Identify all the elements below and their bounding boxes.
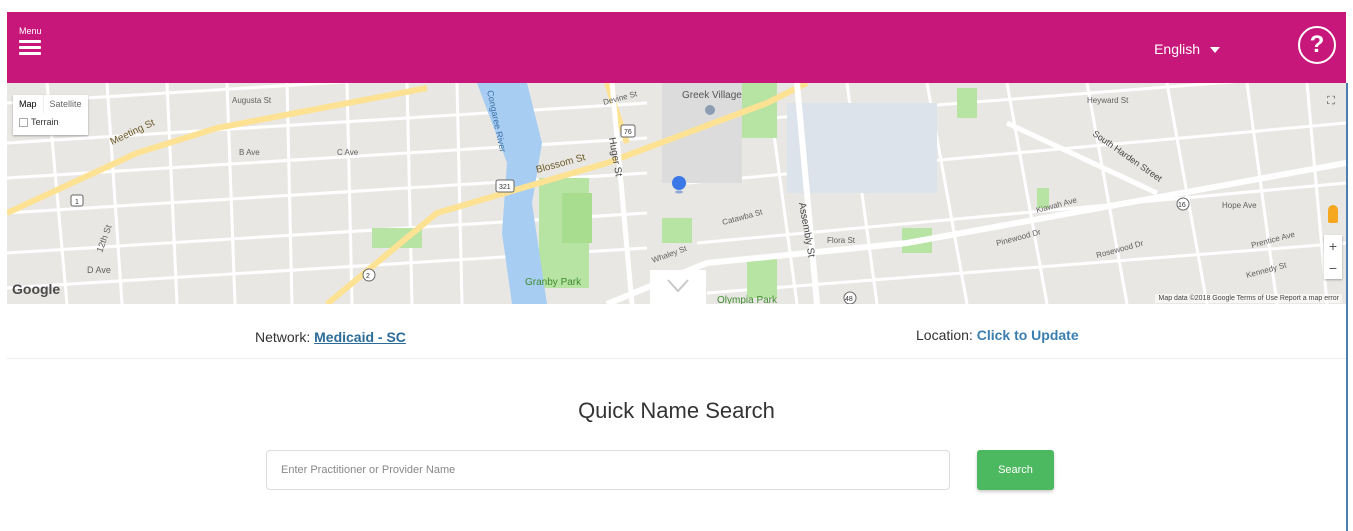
language-label: English	[1154, 41, 1200, 57]
route-shield-2: 2	[366, 273, 370, 280]
terrain-label: Terrain	[31, 117, 59, 127]
map-label-d-ave: D Ave	[87, 265, 111, 275]
map-label-catawba-st: Catawba St	[721, 207, 764, 227]
map-label-olympia-park: Olympia Park	[717, 295, 778, 304]
map-label-greek-village: Greek Village	[682, 90, 742, 101]
menu-button[interactable]: Menu	[19, 26, 42, 58]
question-mark-icon: ?	[1309, 31, 1325, 58]
map-label-south-harden-street: South Harden Street	[1091, 128, 1164, 184]
map-view[interactable]: Greek Village Congaree River Blossom St …	[7, 83, 1346, 304]
right-edge-divider	[1346, 83, 1348, 531]
help-button[interactable]: ?	[1298, 26, 1336, 64]
language-selector[interactable]: English	[1154, 41, 1220, 57]
route-shield-48: 48	[845, 296, 853, 303]
route-shield-76: 76	[624, 129, 632, 136]
map-label-kennedy-st: Kennedy St	[1245, 260, 1288, 280]
map-label-assembly-st: Assembly St	[796, 202, 817, 259]
terrain-toggle[interactable]: Terrain	[13, 113, 88, 135]
network-location-bar: Network: Medicaid - SC Location: Click t…	[7, 315, 1346, 359]
terrain-checkbox[interactable]	[19, 117, 28, 127]
top-header: Menu English ?	[7, 12, 1346, 83]
search-button[interactable]: Search	[977, 450, 1054, 490]
map-label-heyward-st: Heyward St	[1087, 96, 1129, 105]
route-shield-321: 321	[499, 184, 511, 191]
map-label-granby-park: Granby Park	[525, 277, 582, 288]
location-label: Location:	[916, 327, 973, 343]
map-label-whaley-st: Whaley St	[651, 244, 689, 265]
pegman-icon[interactable]	[1328, 205, 1338, 223]
menu-label: Menu	[19, 26, 42, 36]
zoom-in-button[interactable]: +	[1324, 235, 1342, 257]
map-label-c-ave: C Ave	[337, 148, 359, 157]
route-shield-1: 1	[75, 199, 79, 206]
map-type-satellite-tab[interactable]: Satellite	[42, 95, 88, 113]
location-update-link[interactable]: Click to Update	[977, 327, 1079, 343]
route-shield-16: 16	[1178, 202, 1186, 209]
location-info: Location: Click to Update	[916, 327, 1079, 343]
fullscreen-icon[interactable]: ⛶	[1324, 95, 1338, 109]
map-label-12th-st: 12th St	[94, 223, 113, 254]
map-label-huger-st: Huger St	[606, 137, 624, 178]
map-label-hope-ave: Hope Ave	[1222, 201, 1257, 210]
map-label-flora-st: Flora St	[827, 236, 856, 245]
map-label-meeting-st: Meeting St	[109, 117, 157, 147]
map-collapse-button[interactable]	[650, 270, 706, 304]
map-type-control: Map Satellite Terrain	[13, 95, 88, 135]
map-label-augusta-st: Augusta St	[232, 96, 272, 105]
map-type-map-tab[interactable]: Map	[13, 95, 43, 113]
caret-down-icon	[1210, 47, 1220, 54]
network-info: Network: Medicaid - SC	[255, 329, 406, 345]
zoom-control: + −	[1324, 235, 1342, 279]
quick-search-title: Quick Name Search	[578, 398, 775, 423]
hamburger-icon	[19, 40, 42, 55]
network-label: Network:	[255, 329, 311, 345]
zoom-out-button[interactable]: −	[1324, 257, 1342, 279]
map-credits[interactable]: Map data ©2018 Google Terms of Use Repor…	[1155, 294, 1342, 303]
chevron-down-icon	[667, 279, 689, 293]
map-label-b-ave: B Ave	[239, 148, 260, 157]
provider-search-input[interactable]	[266, 450, 950, 490]
network-link[interactable]: Medicaid - SC	[314, 329, 406, 345]
google-logo: Google	[12, 281, 61, 297]
